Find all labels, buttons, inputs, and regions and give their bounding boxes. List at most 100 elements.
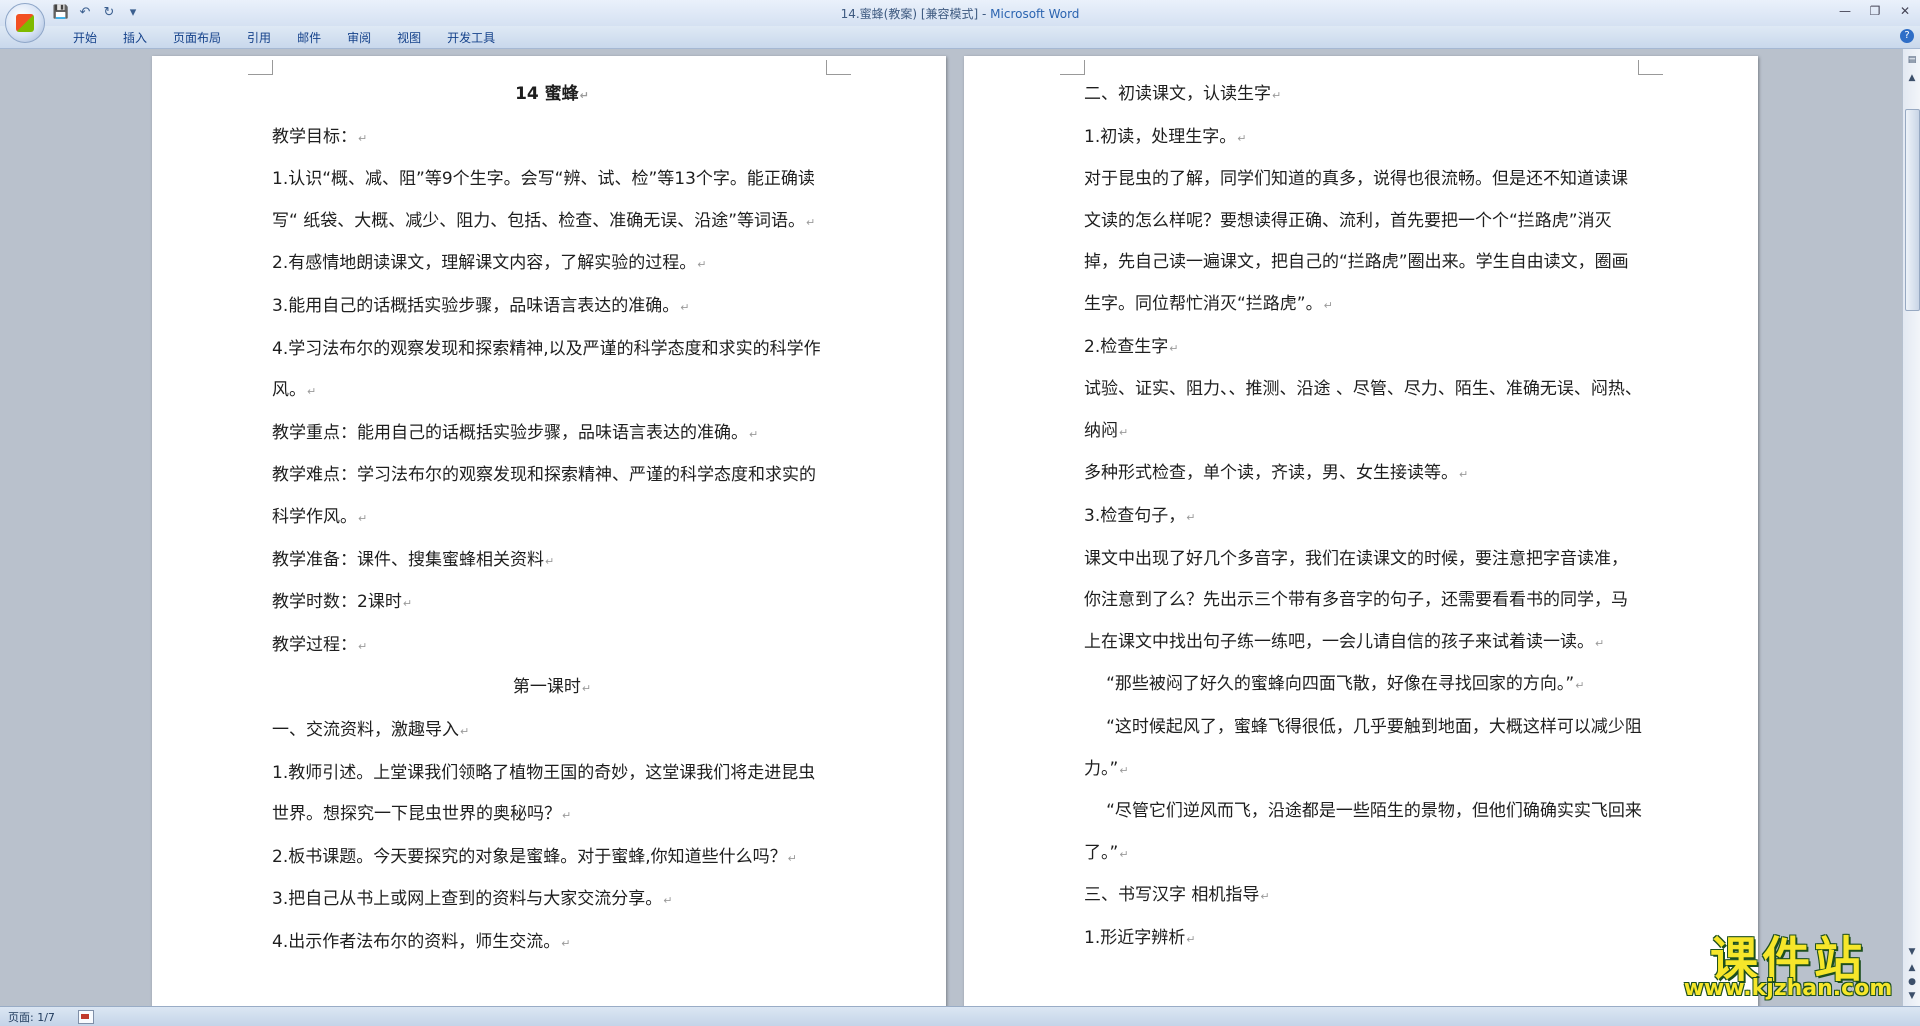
paragraph[interactable]: 一、交流资料，激趣导入↵ [272,710,832,753]
status-page-count[interactable]: 页面: 1/7 [8,1009,55,1025]
paragraph[interactable]: 14 蜜蜂↵ [272,74,832,117]
crop-mark [1060,60,1085,75]
scrollbar-thumb[interactable] [1905,109,1920,311]
paragraph-text: 14 蜜蜂 [515,84,579,104]
paragraph[interactable]: 3.检查句子，↵ [1084,496,1644,539]
ribbon-tab[interactable]: 页面布局 [160,29,234,47]
paragraph-mark-icon: ↵ [697,258,707,272]
paragraph-text: 3.检查句子， [1084,505,1186,526]
minimize-icon[interactable]: — [1834,2,1856,20]
window-title-document: 14.蜜蜂(教案) [兼容模式] - [840,7,991,21]
status-bar: 页面: 1/7 [0,1006,1920,1026]
paragraph[interactable]: 2.检查生字↵ [1084,327,1644,370]
paragraph-mark-icon: ↵ [1186,932,1196,946]
paragraph[interactable]: 教学准备：课件、搜集蜜蜂相关资料↵ [272,540,832,583]
close-icon[interactable]: ✕ [1894,2,1916,20]
office-button[interactable] [5,3,45,43]
ruler-toggle-icon[interactable]: ▤ [1905,53,1919,67]
proofing-icon[interactable] [78,1010,94,1024]
page-text[interactable]: 14 蜜蜂↵ 教学目标：↵ 1.认识“概、减、阻”等9个生字。会写“辨、试、检”等1… [272,74,832,964]
paragraph-text: 教学难点：学习法布尔的观察发现和探索精神、严谨的科学态度和求实的科学作风。 [272,465,816,527]
paragraph-text: “尽管它们逆风而飞，沿途都是一些陌生的景物，但他们确确实实飞回来了。” [1084,801,1642,863]
paragraph-mark-icon: ↵ [1119,763,1129,777]
paragraph-mark-icon: ↵ [1237,131,1247,145]
paragraph[interactable]: 课文中出现了好几个多音字，我们在读课文的时候，要注意把字音读准，你注意到了么？先… [1084,539,1644,665]
paragraph-text: 3.把自己从书上或网上查到的资料与大家交流分享。 [272,889,663,910]
paragraph[interactable]: 对于昆虫的了解，同学们知道的真多，说得也很流畅。但是还不知道读课文读的怎么样呢？… [1084,159,1644,326]
paragraph[interactable]: 教学过程：↵ [272,625,832,668]
paragraph[interactable]: 教学目标：↵ [272,117,832,160]
paragraph[interactable]: 教学难点：学习法布尔的观察发现和探索精神、严谨的科学态度和求实的科学作风。↵ [272,455,832,539]
paragraph-text: 第一课时 [512,677,581,698]
paragraph[interactable]: 三、书写汉字 相机指导↵ [1084,875,1644,918]
paragraph[interactable]: 4.学习法布尔的观察发现和探索精神,以及严谨的科学态度和求实的科学作风。↵ [272,329,832,413]
document-page-2: 二、初读课文，认读生字↵ 1.初读，处理生字。↵ 对于昆虫的了解，同学们知道的真多，… [964,56,1758,1006]
paragraph-text: 教学时数：2课时 [272,592,402,613]
ribbon-tab[interactable]: 视图 [384,29,434,47]
paragraph-mark-icon: ↵ [749,427,759,441]
ribbon-tab[interactable]: 开始 [60,29,110,47]
ribbon-tab[interactable]: 插入 [110,29,160,47]
document-area: 14 蜜蜂↵ 教学目标：↵ 1.认识“概、减、阻”等9个生字。会写“辨、试、检”等1… [0,49,1902,1006]
paragraph[interactable]: 教学重点：能用自己的话概括实验步骤，品味语言表达的准确。↵ [272,413,832,456]
paragraph-text: 1.教师引述。上堂课我们领略了植物王国的奇妙，这堂课我们将走进昆虫世界。想探究一… [272,762,816,825]
paragraph-mark-icon: ↵ [579,89,589,102]
paragraph[interactable]: “那些被闷了好久的蜜蜂向四面飞散，好像在寻找回家的方向。”↵ [1084,664,1644,707]
paragraph-mark-icon: ↵ [307,385,317,399]
document-page-1: 14 蜜蜂↵ 教学目标：↵ 1.认识“概、减、阻”等9个生字。会写“辨、试、检”等1… [152,56,946,1006]
paragraph-mark-icon: ↵ [1186,510,1196,524]
paragraph-text: 多种形式检查，单个读，齐读，男、女生接读等。 [1084,463,1458,484]
paragraph-mark-icon: ↵ [1260,890,1270,904]
paragraph-text: 1.初读，处理生字。 [1084,126,1237,147]
page-text[interactable]: 二、初读课文，认读生字↵ 1.初读，处理生字。↵ 对于昆虫的了解，同学们知道的真多，… [1084,74,1644,960]
paragraph[interactable]: 1.形近字辨析↵ [1084,918,1644,961]
paragraph-text: 1.形近字辨析 [1084,927,1186,948]
paragraph-mark-icon: ↵ [1169,341,1179,355]
help-icon[interactable]: ? [1900,29,1914,43]
office-logo-icon [16,14,34,32]
paragraph-text: 3.能用自己的话概括实验步骤，品味语言表达的准确。 [272,295,680,316]
watermark-logo: 课件站 www.kjzhan.com [1668,920,1908,1002]
ribbon-tab[interactable]: 邮件 [284,29,334,47]
paragraph[interactable]: 2.板书课题。今天要探究的对象是蜜蜂。对于蜜蜂,你知道些什么吗？↵ [272,837,832,880]
paragraph-mark-icon: ↵ [787,851,797,865]
paragraph-text: 二、初读课文，认读生字 [1084,84,1271,104]
restore-icon[interactable]: ❐ [1864,2,1886,20]
paragraph[interactable]: “尽管它们逆风而飞，沿途都是一些陌生的景物，但他们确确实实飞回来了。”↵ [1084,791,1644,875]
paragraph-mark-icon: ↵ [1595,636,1605,650]
paragraph[interactable]: 多种形式检查，单个读，齐读，男、女生接读等。↵ [1084,453,1644,496]
paragraph-mark-icon: ↵ [1459,468,1469,482]
paragraph-text: 教学过程： [272,634,357,655]
paragraph[interactable]: 4.出示作者法布尔的资料，师生交流。↵ [272,922,832,965]
paragraph[interactable]: 1.初读，处理生字。↵ [1084,117,1644,160]
paragraph-text: “那些被闷了好久的蜜蜂向四面飞散，好像在寻找回家的方向。” [1106,674,1575,695]
paragraph-mark-icon: ↵ [402,597,413,611]
paragraph[interactable]: 2.有感情地朗读课文，理解课文内容，了解实验的过程。↵ [272,243,832,286]
paragraph-mark-icon: ↵ [460,724,470,738]
paragraph-text: 2.检查生字 [1084,336,1169,357]
crop-mark [1638,60,1663,75]
ribbon-tab[interactable]: 引用 [234,29,284,47]
ribbon-tab[interactable]: 开发工具 [434,29,508,47]
paragraph-text: 4.出示作者法布尔的资料，师生交流。 [272,931,561,952]
scroll-up-icon[interactable]: ▲ [1905,71,1919,85]
paragraph[interactable]: 第一课时↵ [272,667,832,710]
paragraph[interactable]: 试验、证实、阻力、、推测、沿途 、尽管、尽力、陌生、准确无误、闷热、纳闷↵ [1084,369,1644,453]
paragraph[interactable]: 3.能用自己的话概括实验步骤，品味语言表达的准确。↵ [272,286,832,329]
paragraph-text: 教学目标： [272,126,357,147]
paragraph[interactable]: 3.把自己从书上或网上查到的资料与大家交流分享。↵ [272,879,832,922]
ribbon-tab[interactable]: 审阅 [334,29,384,47]
vertical-scrollbar[interactable]: ▤ ▲ ▼ ▲ ● ▼ [1902,49,1920,1006]
paragraph[interactable]: 二、初读课文，认读生字↵ [1084,74,1644,117]
window-title-app: Microsoft Word [990,7,1080,21]
paragraph-mark-icon: ↵ [1575,679,1585,693]
title-bar: 💾 ↶ ↻ ▾ 14.蜜蜂(教案) [兼容模式] - Microsoft Wor… [0,0,1920,43]
paragraph[interactable]: “这时候起风了，蜜蜂飞得很低，几乎要触到地面，大概这样可以减少阻力。”↵ [1084,707,1644,791]
paragraph-text: 课文中出现了好几个多音字，我们在读课文的时候，要注意把字音读准，你注意到了么？先… [1084,548,1628,652]
paragraph-mark-icon: ↵ [358,131,368,145]
paragraph[interactable]: 教学时数：2课时↵ [272,582,832,625]
paragraph-mark-icon: ↵ [562,809,572,823]
window-title: 14.蜜蜂(教案) [兼容模式] - Microsoft Word [0,5,1920,22]
paragraph[interactable]: 1.教师引述。上堂课我们领略了植物王国的奇妙，这堂课我们将走进昆虫世界。想探究一… [272,753,832,837]
paragraph[interactable]: 1.认识“概、减、阻”等9个生字。会写“辨、试、检”等13个字。能正确读写“ 纸… [272,159,832,243]
